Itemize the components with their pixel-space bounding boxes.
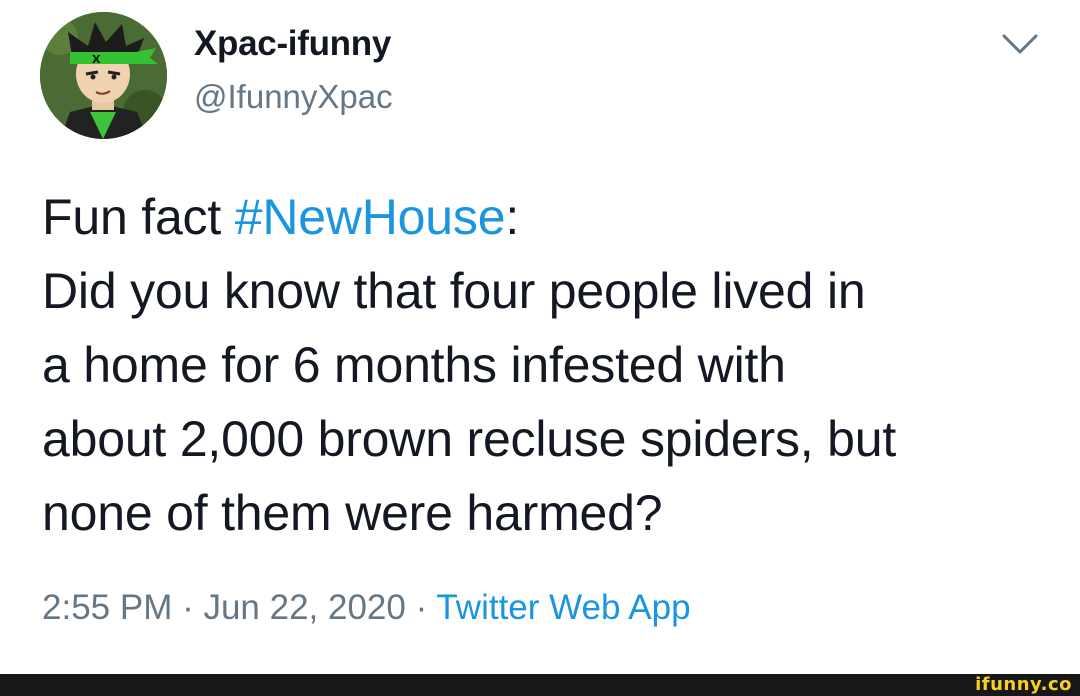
tweet-meta: 2:55 PM · Jun 22, 2020 · Twitter Web App: [42, 588, 691, 628]
tweet-line-1: Fun fact #NewHouse:: [42, 180, 1052, 254]
tweet-text-suffix: :: [505, 189, 520, 245]
tweet-line-4: about 2,000 brown recluse spiders, but: [42, 411, 897, 467]
svg-text:X: X: [92, 53, 101, 66]
chevron-down-icon: [1002, 34, 1038, 54]
tweet-source-link[interactable]: Twitter Web App: [436, 588, 690, 627]
ifunny-watermark: ifunny.co: [975, 674, 1072, 695]
avatar[interactable]: X: [40, 12, 167, 139]
tweet-line-2: Did you know that four people lived in: [42, 263, 866, 319]
tweet-line-5: none of them were harmed?: [42, 485, 663, 541]
meta-separator: ·: [172, 588, 204, 627]
hashtag-link[interactable]: #NewHouse: [235, 189, 506, 245]
tweet-text-prefix: Fun fact: [42, 189, 235, 245]
author-handle[interactable]: @IfunnyXpac: [194, 78, 393, 116]
tweet-card: X Xpac-ifunny @IfunnyXpac Fun fact #NewH…: [0, 0, 1080, 674]
meta-separator: ·: [405, 588, 437, 627]
tweet-date[interactable]: Jun 22, 2020: [203, 588, 405, 627]
tweet-text: Fun fact #NewHouse: Did you know that fo…: [42, 180, 1052, 550]
watermark-bar: ifunny.co: [0, 674, 1080, 696]
tweet-line-3: a home for 6 months infested with: [42, 337, 786, 393]
author-display-name[interactable]: Xpac-ifunny: [194, 24, 391, 64]
cartoon-avatar-icon: X: [40, 12, 167, 139]
tweet-time[interactable]: 2:55 PM: [42, 588, 172, 627]
more-options-button[interactable]: [1000, 30, 1040, 58]
